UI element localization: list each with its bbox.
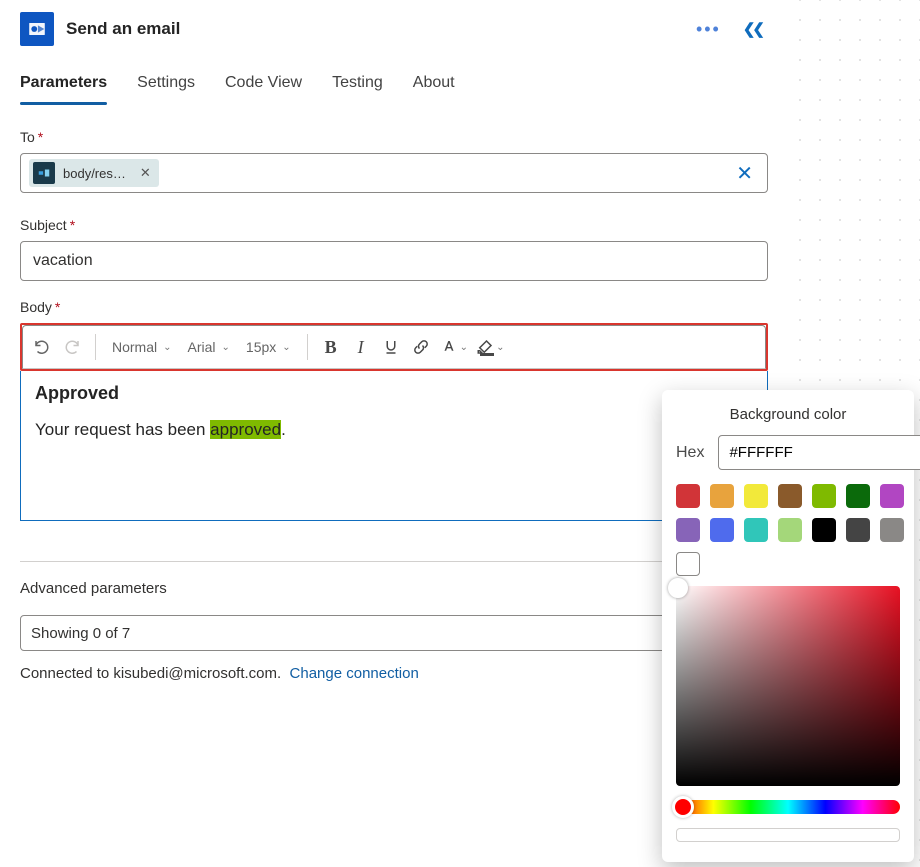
chevron-down-icon: ⌄ [496, 342, 504, 353]
body-label-text: Body [20, 299, 52, 315]
chevron-down-icon: ⌄ [222, 342, 230, 353]
size-select[interactable]: 15px ⌄ [238, 331, 299, 363]
rich-text-toolbar: Normal ⌄ Arial ⌄ 15px ⌄ B I [22, 325, 766, 369]
saturation-thumb[interactable] [668, 578, 688, 598]
hue-slider[interactable] [676, 800, 900, 814]
swatch-transparent[interactable] [676, 552, 700, 576]
tab-settings[interactable]: Settings [137, 64, 195, 104]
color-swatch[interactable] [812, 484, 836, 508]
color-swatch[interactable] [778, 484, 802, 508]
panel-header: Send an email ••• ❮❮ [14, 2, 774, 64]
alpha-slider[interactable] [676, 828, 900, 842]
redo-button[interactable] [57, 331, 87, 363]
color-swatch[interactable] [846, 484, 870, 508]
token-remove-icon[interactable]: ✕ [140, 165, 151, 181]
to-label: To* [20, 129, 43, 145]
format-select[interactable]: Normal ⌄ [104, 331, 180, 363]
font-select[interactable]: Arial ⌄ [180, 331, 238, 363]
tab-testing[interactable]: Testing [332, 64, 383, 104]
to-token-label: body/res… [63, 166, 126, 181]
chevron-down-icon: ⌄ [282, 342, 290, 353]
advanced-select[interactable]: Showing 0 of 7 ⌄ [20, 615, 691, 651]
tab-code-view[interactable]: Code View [225, 64, 302, 104]
to-field: To* body/res… ✕ ✕ [14, 129, 774, 193]
divider [20, 561, 768, 562]
to-input[interactable]: body/res… ✕ ✕ [20, 153, 768, 193]
subject-label-text: Subject [20, 217, 67, 233]
body-paragraph: Your request has been approved. [35, 420, 753, 440]
color-swatch[interactable] [710, 484, 734, 508]
body-editor[interactable]: Approved Your request has been approved. [20, 371, 768, 521]
subject-input[interactable] [20, 241, 768, 281]
body-text-before: Your request has been [35, 420, 210, 439]
color-swatch[interactable] [880, 518, 904, 542]
toolbar-separator [307, 334, 308, 360]
hex-label: Hex [676, 444, 704, 462]
size-value: 15px [246, 339, 276, 355]
connection-info: Connected to kisubedi@microsoft.com. Cha… [14, 651, 774, 696]
color-swatch[interactable] [744, 518, 768, 542]
tab-parameters[interactable]: Parameters [20, 64, 107, 104]
hue-thumb[interactable] [672, 796, 694, 818]
color-swatch[interactable] [710, 518, 734, 542]
color-swatch[interactable] [676, 484, 700, 508]
color-swatch[interactable] [812, 518, 836, 542]
link-button[interactable] [406, 331, 436, 363]
color-swatch[interactable] [846, 518, 870, 542]
subject-label: Subject* [20, 217, 75, 233]
body-highlight-text: approved [210, 420, 281, 439]
clear-to-icon[interactable]: ✕ [730, 161, 759, 186]
required-asterisk: * [55, 299, 60, 315]
hex-input[interactable] [718, 435, 920, 470]
color-picker-title: Background color [676, 406, 900, 423]
body-text-after: . [281, 420, 286, 439]
subject-field: Subject* [14, 217, 774, 281]
tab-about[interactable]: About [413, 64, 455, 104]
collapse-icon[interactable]: ❮❮ [743, 20, 762, 38]
to-token[interactable]: body/res… ✕ [29, 159, 159, 187]
required-asterisk: * [70, 217, 75, 233]
color-picker-popover: Background color Hex [662, 390, 914, 862]
color-swatch[interactable] [880, 484, 904, 508]
color-swatch[interactable] [744, 484, 768, 508]
underline-button[interactable] [376, 331, 406, 363]
chevron-down-icon: ⌄ [460, 342, 468, 353]
color-swatch[interactable] [676, 518, 700, 542]
action-panel: Send an email ••• ❮❮ Parameters Settings… [14, 2, 774, 696]
dynamic-content-icon [33, 162, 55, 184]
font-value: Arial [188, 339, 216, 355]
body-highlight-box: Normal ⌄ Arial ⌄ 15px ⌄ B I [20, 323, 768, 371]
connection-text: Connected to kisubedi@microsoft.com. [20, 665, 281, 682]
advanced-showing-text: Showing 0 of 7 [31, 625, 130, 642]
color-swatches [676, 484, 900, 542]
format-value: Normal [112, 339, 157, 355]
more-actions-icon[interactable]: ••• [696, 19, 721, 40]
highlight-color-button[interactable]: ⌄ [472, 331, 508, 363]
panel-title: Send an email [66, 19, 696, 39]
italic-button[interactable]: I [346, 331, 376, 363]
body-field: Body* Normal ⌄ [14, 299, 774, 521]
bold-button[interactable]: B [316, 331, 346, 363]
chevron-down-icon: ⌄ [163, 342, 171, 353]
saturation-picker[interactable] [676, 586, 900, 786]
undo-button[interactable] [27, 331, 57, 363]
advanced-section: Advanced parameters Showing 0 of 7 ⌄ Sho… [14, 580, 774, 651]
change-connection-link[interactable]: Change connection [290, 665, 419, 682]
tabs: Parameters Settings Code View Testing Ab… [14, 64, 774, 105]
body-label: Body* [20, 299, 60, 315]
to-label-text: To [20, 129, 35, 145]
font-color-button[interactable]: ⌄ [436, 331, 472, 363]
advanced-label: Advanced parameters [20, 580, 167, 597]
toolbar-separator [95, 334, 96, 360]
body-heading: Approved [35, 383, 753, 404]
outlook-icon [20, 12, 54, 46]
color-swatch[interactable] [778, 518, 802, 542]
required-asterisk: * [38, 129, 43, 145]
